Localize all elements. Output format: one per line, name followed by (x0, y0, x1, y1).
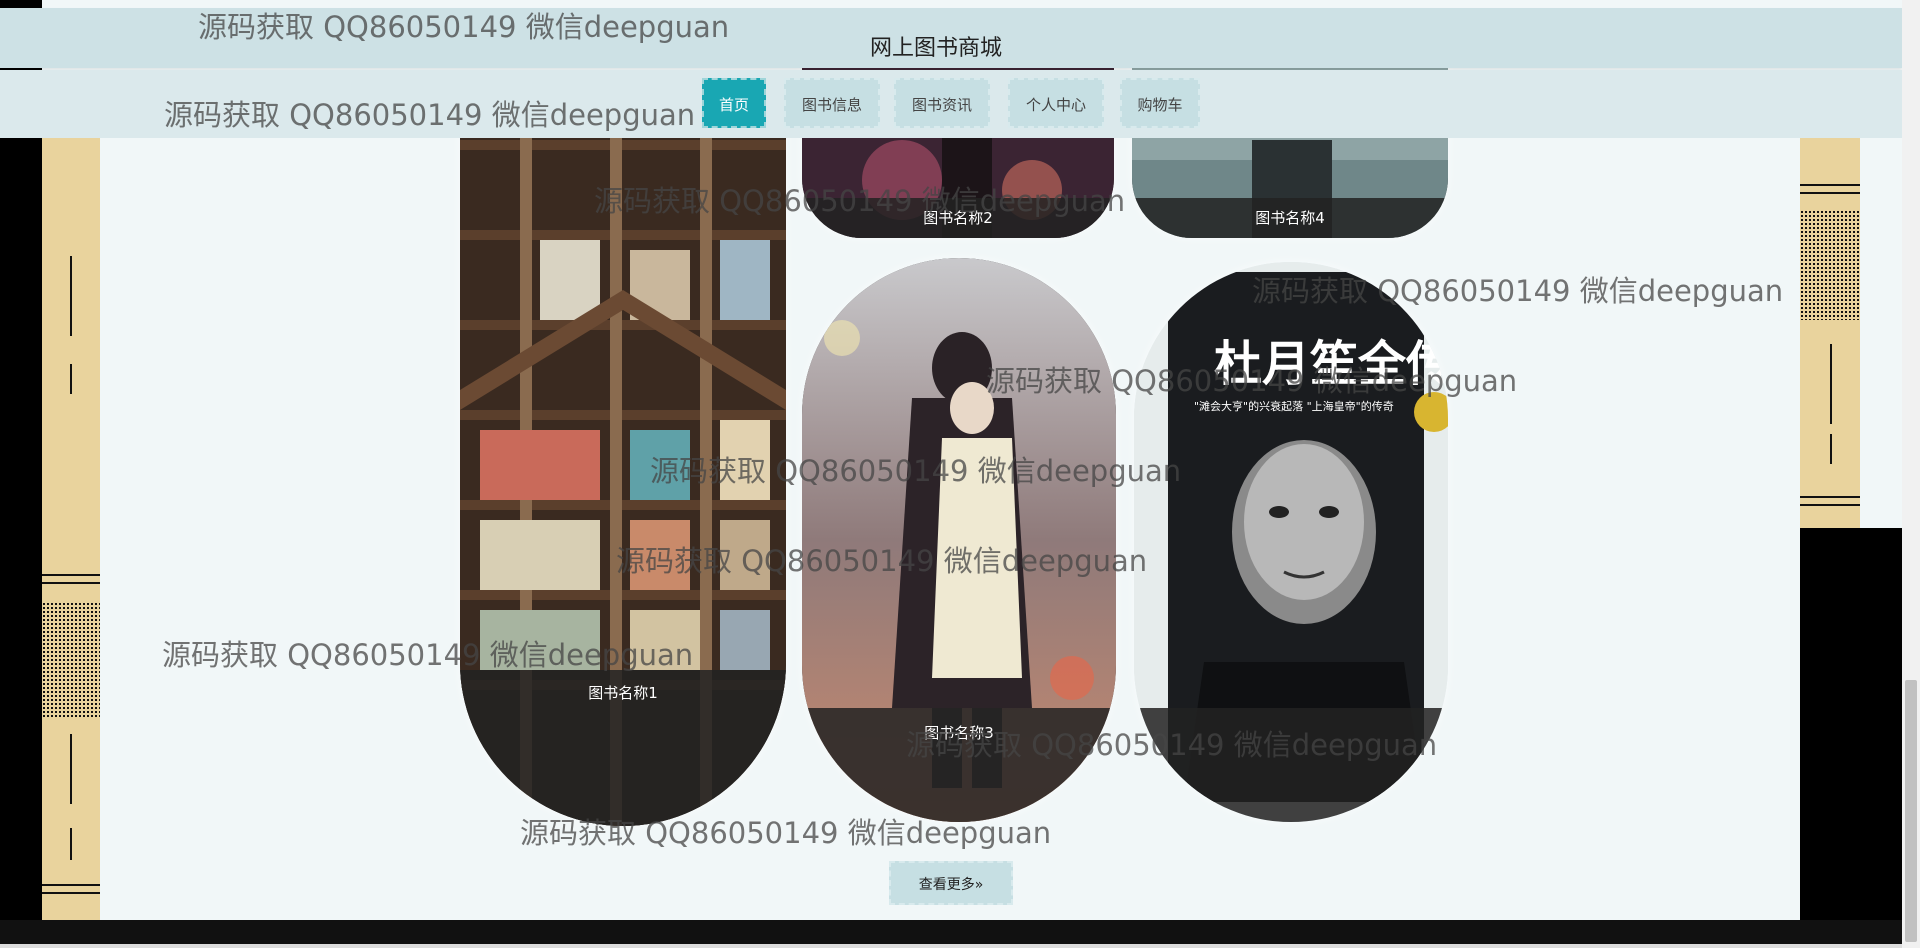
book-name-1: 图书名称1 (460, 670, 786, 826)
nav-book-info[interactable]: 图书信息 (784, 78, 880, 128)
book-name-3: 图书名称3 (802, 708, 1116, 822)
nav-book-news[interactable]: 图书资讯 (894, 78, 990, 128)
book-name-2: 图书名称2 (802, 198, 1114, 238)
left-decoration-panel (42, 138, 100, 920)
book-card-5[interactable]: 杜月笙全传 "滩会大亨"的兴衰起落 "上海皇帝"的传奇 (1134, 262, 1448, 822)
site-title: 网上图书商城 (870, 36, 1003, 61)
vertical-scrollbar-thumb[interactable] (1905, 680, 1917, 942)
book-cover-title: 杜月笙全传 (1214, 336, 1448, 392)
header-bar: 网上图书商城 (0, 8, 1902, 68)
left-border (0, 0, 42, 920)
book-cover-subtitle: "滩会大亨"的兴衰起落 "上海皇帝"的传奇 (1194, 400, 1394, 413)
view-more-button[interactable]: 查看更多» (889, 861, 1013, 905)
book-name-4: 图书名称4 (1132, 198, 1448, 238)
page-area: 图书名称1 图书名称2 图书名称4 图书名称3 杜月笙全传 "滩会大亨"的兴衰起… (0, 0, 1902, 920)
nav-home[interactable]: 首页 (702, 78, 766, 128)
right-decoration-panel (1800, 138, 1860, 528)
book-name-5-caption-bar (1134, 708, 1448, 822)
right-border (1860, 528, 1902, 920)
nav-cart[interactable]: 购物车 (1120, 78, 1200, 128)
page-bottom-line (0, 944, 1902, 948)
book-card-3[interactable]: 图书名称3 (802, 258, 1116, 822)
nav-user-center[interactable]: 个人中心 (1008, 78, 1104, 128)
book-card-1[interactable]: 图书名称1 (460, 90, 786, 826)
